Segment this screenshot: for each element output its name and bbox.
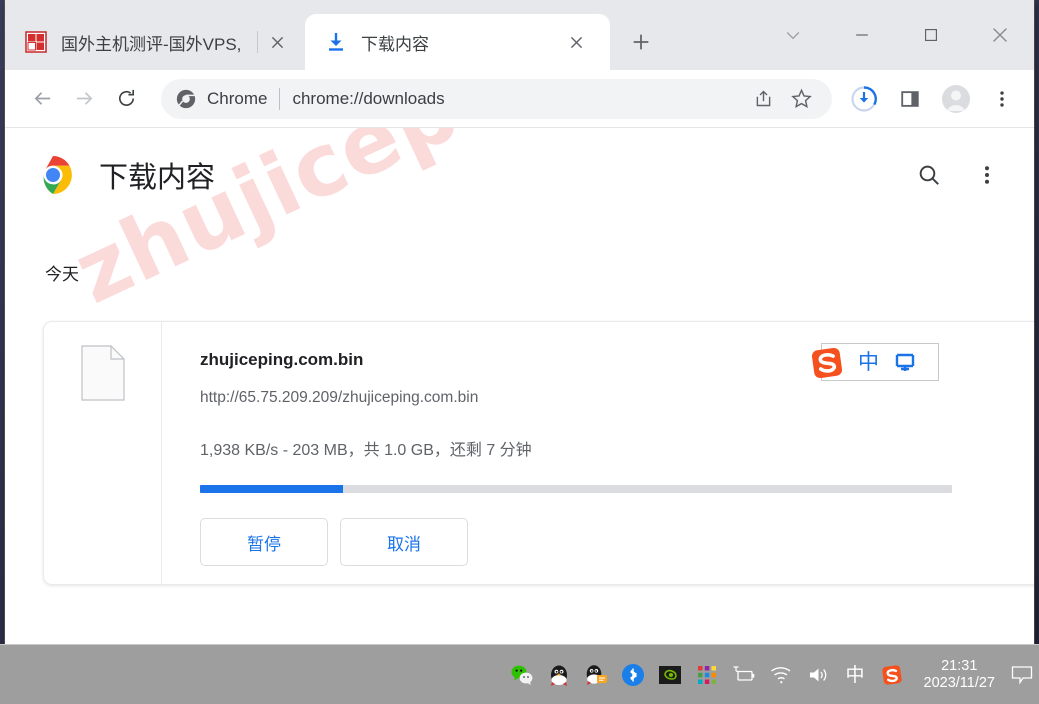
download-progress-fill bbox=[200, 485, 343, 493]
chrome-window: 国外主机测评-国外VPS, 下载内容 Chrome chrome://downl… bbox=[5, 0, 1034, 645]
cancel-button[interactable]: 取消 bbox=[340, 518, 468, 566]
chrome-icon bbox=[175, 88, 197, 110]
arrow-forward-icon[interactable] bbox=[63, 78, 105, 120]
clock-time: 21:31 bbox=[941, 657, 978, 674]
nvidia-icon[interactable] bbox=[658, 663, 682, 687]
generic-file-icon bbox=[80, 345, 125, 401]
downloads-progress-icon[interactable] bbox=[844, 79, 884, 119]
page-title: 下载内容 bbox=[99, 160, 216, 194]
pause-button[interactable]: 暂停 bbox=[200, 518, 328, 566]
tab-title: 国外主机测评-国外VPS, bbox=[61, 34, 242, 54]
three-dot-menu-icon[interactable] bbox=[972, 160, 1002, 190]
taskbar-clock[interactable]: 21:31 2023/11/27 bbox=[910, 658, 1006, 692]
window-controls bbox=[758, 0, 1034, 70]
tab-divider bbox=[257, 31, 258, 53]
page-header-actions bbox=[914, 160, 1018, 190]
qq-message-icon[interactable] bbox=[584, 663, 608, 687]
arrow-back-icon[interactable] bbox=[21, 78, 63, 120]
reload-icon[interactable] bbox=[105, 78, 147, 120]
system-tray: 中 bbox=[510, 663, 910, 687]
sogou-ime-bar[interactable]: 中 bbox=[811, 343, 939, 381]
download-actions: 暂停 取消 bbox=[200, 518, 1034, 566]
download-progress-bar bbox=[200, 485, 952, 493]
screen: 国外主机测评-国外VPS, 下载内容 Chrome chrome://downl… bbox=[0, 0, 1039, 704]
omnibox-divider bbox=[279, 87, 281, 110]
maximize-button[interactable] bbox=[896, 4, 965, 66]
side-panel-icon[interactable] bbox=[890, 79, 930, 119]
close-button[interactable] bbox=[965, 4, 1034, 66]
share-icon[interactable] bbox=[746, 82, 780, 116]
bluetooth-icon[interactable] bbox=[621, 663, 645, 687]
tab-downloads[interactable]: 下载内容 bbox=[305, 14, 610, 70]
qq-penguin-icon[interactable] bbox=[547, 663, 571, 687]
color-grid-icon[interactable] bbox=[695, 663, 719, 687]
ime-mode-label[interactable]: 中 bbox=[858, 351, 879, 373]
sogou-logo-icon bbox=[806, 342, 848, 384]
tab-title: 下载内容 bbox=[361, 34, 429, 54]
volume-icon[interactable] bbox=[806, 663, 830, 687]
minimize-button[interactable] bbox=[827, 4, 896, 66]
sogou-icon[interactable] bbox=[880, 663, 904, 687]
three-dot-menu-icon[interactable] bbox=[982, 79, 1022, 119]
site-favicon-red-seal bbox=[25, 31, 47, 53]
windows-taskbar: 中 21:31 2023/11/27 bbox=[0, 644, 1039, 704]
wechat-icon[interactable] bbox=[510, 663, 534, 687]
omnibox-url-text: chrome://downloads bbox=[292, 88, 445, 108]
new-tab-button[interactable] bbox=[618, 19, 664, 65]
search-icon[interactable] bbox=[914, 160, 944, 190]
clock-date: 2023/11/27 bbox=[923, 674, 996, 691]
chrome-logo bbox=[33, 155, 73, 195]
browser-toolbar: Chrome chrome://downloads bbox=[5, 70, 1034, 128]
tab-close-icon[interactable] bbox=[561, 27, 591, 57]
battery-icon[interactable] bbox=[732, 663, 756, 687]
download-arrow-icon bbox=[325, 31, 347, 53]
wifi-icon[interactable] bbox=[769, 663, 793, 687]
tab-strip: 国外主机测评-国外VPS, 下载内容 bbox=[5, 0, 1034, 70]
notification-bubble-icon[interactable] bbox=[1005, 645, 1039, 704]
omnibox-actions bbox=[746, 82, 818, 116]
star-icon[interactable] bbox=[784, 82, 818, 116]
profile-avatar-icon[interactable] bbox=[936, 79, 976, 119]
address-bar[interactable]: Chrome chrome://downloads bbox=[161, 78, 832, 119]
soft-keyboard-icon[interactable] bbox=[893, 350, 917, 374]
download-status-text: 1,938 KB/s - 203 MB，共 1.0 GB，还剩 7 分钟 bbox=[200, 442, 532, 459]
svg-text:中: 中 bbox=[845, 664, 864, 686]
section-date-label: 今天 bbox=[45, 265, 79, 284]
tab-search-button[interactable] bbox=[758, 4, 827, 66]
download-source-url[interactable]: http://65.75.209.209/zhujiceping.com.bin bbox=[200, 389, 1034, 407]
file-icon-column bbox=[44, 322, 162, 584]
tab-close-icon[interactable] bbox=[262, 27, 292, 57]
omnibox-brand-label: Chrome bbox=[207, 88, 268, 108]
downloads-page: zhujiceping.com 下载内容 bbox=[5, 128, 1034, 644]
tab-site[interactable]: 国外主机测评-国外VPS, bbox=[5, 14, 305, 70]
downloads-page-header: 下载内容 bbox=[5, 128, 1034, 200]
ime-chinese-icon[interactable]: 中 bbox=[843, 663, 867, 687]
